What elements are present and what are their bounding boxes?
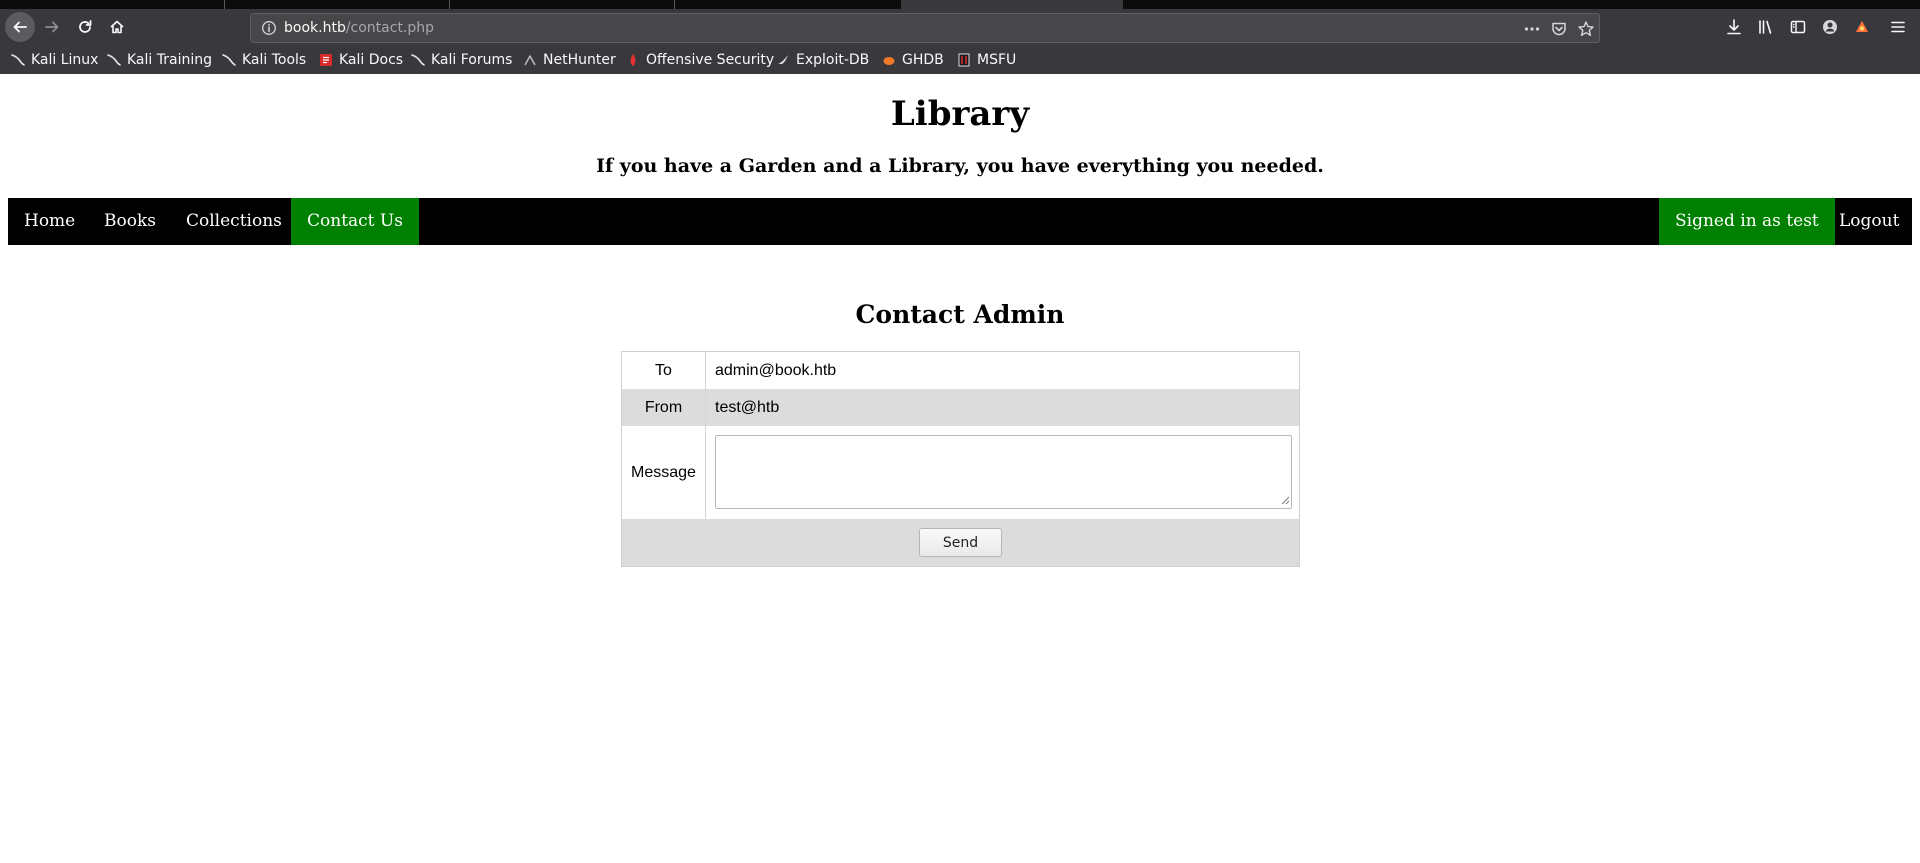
bookmark-label: Offensive Security (646, 52, 775, 68)
web-page: Library If you have a Garden and a Libra… (0, 74, 1920, 863)
account-icon[interactable] (1821, 18, 1839, 36)
nav-books-link[interactable]: Books (88, 198, 172, 245)
browser-chrome: book.htb/contact.php Kali Linux Kali Tra… (0, 0, 1920, 74)
arrow-right-icon (45, 21, 59, 33)
signed-in-indicator[interactable]: Signed in as test (1659, 198, 1835, 245)
home-button[interactable] (102, 12, 132, 42)
bookmark-kali-linux[interactable]: Kali Linux (11, 50, 98, 70)
ghdb-icon (883, 57, 895, 65)
contact-heading: Contact Admin (855, 300, 1065, 329)
bookmark-label: Kali Forums (431, 52, 513, 68)
bookmark-label: Kali Linux (31, 52, 99, 68)
reload-button[interactable] (70, 12, 100, 42)
bookmark-msfu[interactable]: MSFU (957, 50, 1016, 70)
main-navbar: Home Books Collections Contact Us Signed… (8, 198, 1912, 245)
to-label: To (622, 352, 706, 389)
from-row: From test@htb (622, 389, 1299, 426)
extension-icon[interactable] (1853, 18, 1871, 36)
url-host: book.htb (284, 20, 346, 36)
bookmark-label: Kali Docs (339, 52, 404, 68)
send-button[interactable]: Send (919, 528, 1002, 557)
tab-separator (224, 0, 225, 9)
library-icon[interactable] (1757, 18, 1775, 36)
url-path: /contact.php (345, 20, 435, 36)
to-row: To admin@book.htb (622, 352, 1299, 389)
bookmark-nethunter[interactable]: NetHunter (523, 50, 616, 70)
message-textarea[interactable] (715, 435, 1292, 509)
bookmark-label: NetHunter (543, 52, 616, 68)
kali-dragon-icon (11, 54, 25, 66)
tab-separator (674, 0, 675, 9)
bookmark-label: Exploit-DB (796, 52, 870, 68)
menu-icon[interactable] (1889, 18, 1907, 36)
nethunter-icon (524, 55, 536, 66)
tab-active[interactable] (901, 0, 1123, 9)
from-label: From (622, 389, 706, 426)
url-text[interactable]: book.htb/contact.php (284, 20, 434, 36)
site-title: Library (890, 94, 1030, 134)
send-row: Send (622, 519, 1299, 566)
bookmark-star-icon[interactable] (1577, 20, 1595, 38)
more-icon[interactable] (1523, 20, 1541, 38)
reload-icon (79, 20, 92, 33)
arrow-left-icon (13, 21, 27, 33)
nav-contact-us-link[interactable]: Contact Us (291, 198, 419, 245)
pocket-icon[interactable] (1550, 20, 1568, 38)
tab-separator (449, 0, 450, 9)
logout-link[interactable]: Logout (1823, 198, 1915, 245)
kali-dragon-icon (222, 54, 236, 66)
forward-button[interactable] (37, 12, 67, 42)
kali-docs-icon (320, 54, 332, 66)
bookmark-label: Kali Training (127, 52, 212, 68)
message-label: Message (622, 426, 706, 519)
to-value: admin@book.htb (715, 361, 837, 379)
bookmark-label: Kali Tools (242, 52, 307, 68)
downloads-icon[interactable] (1725, 18, 1743, 36)
bookmark-ghdb[interactable]: GHDB (882, 50, 944, 70)
back-button[interactable] (5, 12, 35, 42)
from-value: test@htb (715, 398, 780, 416)
contact-form: To admin@book.htb From test@htb Message … (621, 351, 1300, 567)
bookmark-label: MSFU (977, 52, 1017, 68)
nav-home-link[interactable]: Home (8, 198, 91, 245)
bookmarks-toolbar: Kali Linux Kali Training Kali Tools Kali… (0, 48, 1920, 74)
address-bar[interactable]: book.htb/contact.php (250, 13, 1600, 43)
bookmark-kali-tools[interactable]: Kali Tools (222, 50, 306, 70)
tab-strip (0, 0, 1920, 9)
bookmark-kali-docs[interactable]: Kali Docs (319, 50, 403, 70)
bookmark-offensive-security[interactable]: Offensive Security (626, 50, 774, 70)
bookmark-exploit-db[interactable]: Exploit-DB (776, 50, 869, 70)
msfu-icon (958, 53, 970, 67)
info-icon[interactable] (261, 20, 277, 36)
exploit-db-icon (778, 55, 788, 64)
site-tagline: If you have a Garden and a Library, you … (596, 155, 1324, 177)
kali-dragon-icon (107, 54, 121, 66)
home-icon (110, 20, 124, 34)
bookmark-kali-forums[interactable]: Kali Forums (411, 50, 512, 70)
sidebar-icon[interactable] (1789, 18, 1807, 36)
bookmark-label: GHDB (902, 52, 944, 68)
offsec-icon (630, 54, 636, 66)
nav-collections-link[interactable]: Collections (170, 198, 298, 245)
bookmark-kali-training[interactable]: Kali Training (107, 50, 212, 70)
message-row: Message (622, 426, 1299, 519)
kali-dragon-icon (411, 54, 425, 66)
resize-grip-icon[interactable] (1278, 493, 1290, 505)
